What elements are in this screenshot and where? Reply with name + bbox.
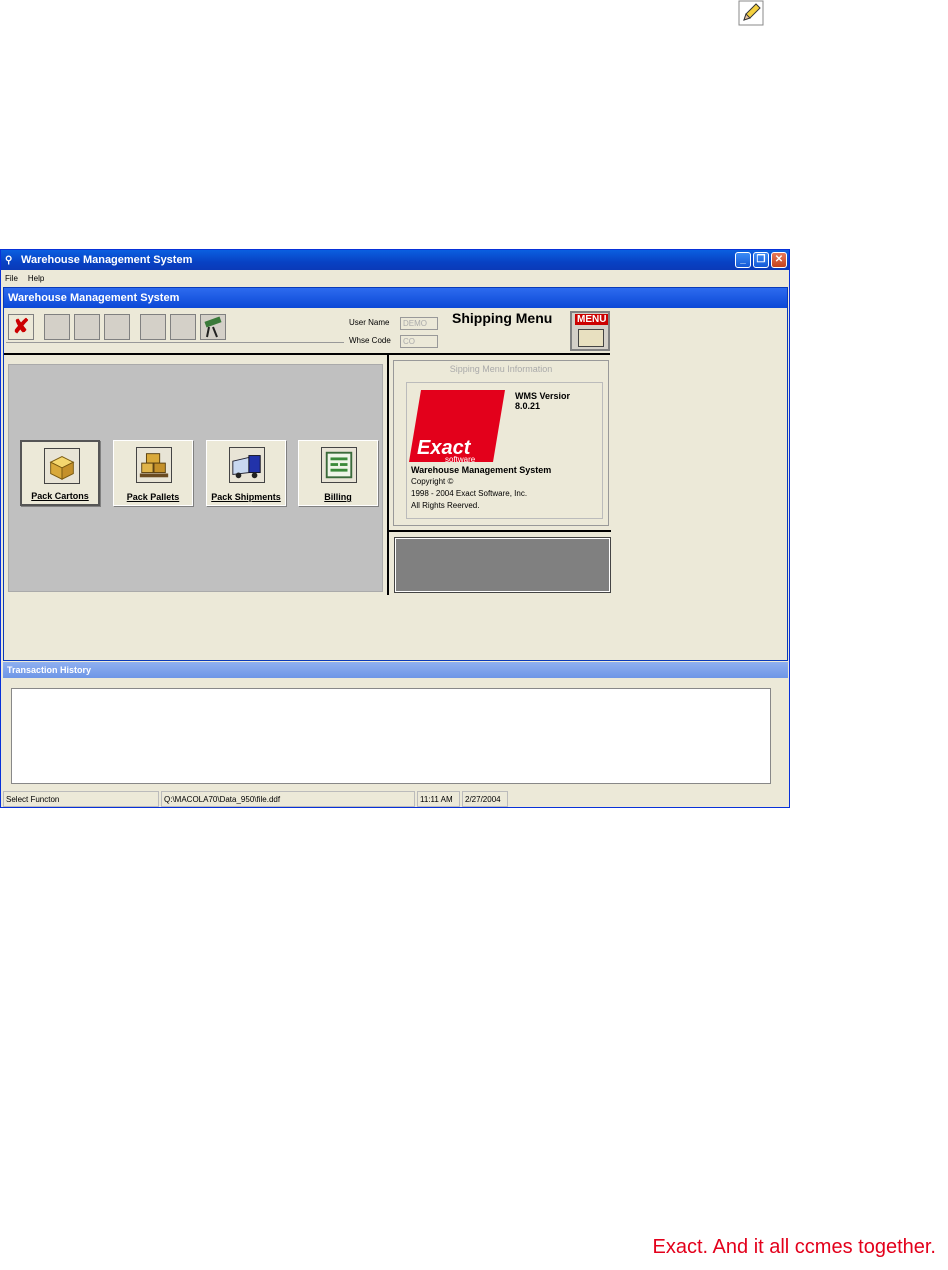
pack-shipments-button[interactable]: Pack Shipments bbox=[206, 440, 286, 506]
pack-cartons-label: Pack Cartons bbox=[31, 491, 89, 501]
info-inner: Exact software WMS Versior 8.0.21 Wareho… bbox=[406, 382, 603, 519]
scanner-tool-button[interactable] bbox=[200, 313, 226, 340]
scanner-icon bbox=[204, 315, 222, 337]
svg-text:software: software bbox=[445, 455, 476, 464]
page-title: Shipping Menu bbox=[452, 310, 553, 326]
status-date: 2/27/2004 bbox=[462, 791, 508, 807]
status-display bbox=[394, 537, 611, 593]
tool-button-4[interactable] bbox=[104, 313, 130, 340]
box-icon bbox=[44, 448, 80, 484]
copyright-text: Copyright © bbox=[411, 477, 454, 486]
minimize-button[interactable]: _ bbox=[735, 252, 751, 268]
transaction-history: Transaction History bbox=[3, 662, 788, 790]
divider bbox=[4, 353, 610, 355]
menu-lines-icon bbox=[578, 329, 604, 347]
user-name-label: User Name bbox=[349, 318, 390, 327]
slogan: Exact. And it all ccmes together. bbox=[652, 1236, 936, 1258]
exact-logo: Exact software bbox=[409, 390, 505, 464]
menu-file[interactable]: File bbox=[5, 274, 18, 283]
pack-pallets-label: Pack Pallets bbox=[126, 492, 180, 502]
product-name: Warehouse Management System bbox=[411, 465, 552, 475]
copyright-years: 1998 - 2004 Exact Software, Inc. bbox=[411, 489, 528, 498]
tool-button-2[interactable] bbox=[44, 313, 70, 340]
menu-icon-text: MENU bbox=[575, 314, 609, 325]
inner-title: Warehouse Management System bbox=[4, 288, 787, 308]
info-panel: Sipping Menu Information Exact software … bbox=[393, 360, 609, 526]
wms-version: WMS Versior 8.0.21 bbox=[515, 391, 570, 411]
tool-button-6[interactable] bbox=[170, 313, 196, 340]
divider bbox=[389, 530, 611, 532]
button-panel: Pack Cartons Pack Pallets Pack Shipments… bbox=[8, 364, 383, 592]
divider bbox=[387, 353, 389, 595]
window-title: Warehouse Management System bbox=[21, 254, 193, 266]
info-heading: Sipping Menu Information bbox=[449, 364, 553, 374]
billing-icon bbox=[321, 447, 357, 483]
status-time: 11:11 AM bbox=[417, 791, 460, 807]
menubar: File Help bbox=[1, 270, 789, 286]
whse-code-field: CO bbox=[400, 335, 438, 348]
exit-tool-button[interactable]: ✘ bbox=[8, 313, 34, 340]
truck-icon bbox=[229, 447, 265, 483]
pack-cartons-button[interactable]: Pack Cartons bbox=[20, 440, 100, 506]
user-name-field: DEMO bbox=[400, 317, 438, 330]
status-message: Select Functon bbox=[3, 791, 159, 807]
toolbar: ✘ bbox=[6, 311, 344, 343]
pallet-icon bbox=[136, 447, 172, 483]
tool-button-3[interactable] bbox=[74, 313, 100, 340]
pack-pallets-button[interactable]: Pack Pallets bbox=[113, 440, 193, 506]
billing-button[interactable]: Billing bbox=[298, 440, 378, 506]
whse-code-label: Whse Code bbox=[349, 336, 391, 345]
tool-button-5[interactable] bbox=[140, 313, 166, 340]
rights-text: All Rights Reerved. bbox=[411, 501, 480, 510]
billing-label: Billing bbox=[324, 492, 352, 502]
window-titlebar[interactable]: ⚲ Warehouse Management System _ ❐ ✕ bbox=[1, 250, 789, 270]
restore-button[interactable]: ❐ bbox=[753, 252, 769, 268]
close-button[interactable]: ✕ bbox=[771, 252, 787, 268]
statusbar: Select Functon Q:\MACOLA70\Data_950\file… bbox=[3, 791, 788, 807]
pencil-icon bbox=[738, 0, 764, 26]
transaction-list[interactable] bbox=[11, 688, 771, 784]
status-path: Q:\MACOLA70\Data_950\file.ddf bbox=[161, 791, 415, 807]
menu-icon[interactable]: MENU bbox=[570, 311, 610, 351]
menu-help[interactable]: Help bbox=[28, 274, 44, 283]
transaction-title: Transaction History bbox=[3, 662, 788, 678]
app-icon: ⚲ bbox=[5, 254, 13, 266]
version-number: 8.0.21 bbox=[515, 401, 541, 411]
version-label: WMS Versior bbox=[515, 391, 571, 401]
main-window: ⚲ Warehouse Management System _ ❐ ✕ File… bbox=[0, 249, 790, 808]
inner-window: Warehouse Management System ✘ User Name … bbox=[3, 287, 788, 661]
pack-shipments-label: Pack Shipments bbox=[211, 492, 281, 502]
